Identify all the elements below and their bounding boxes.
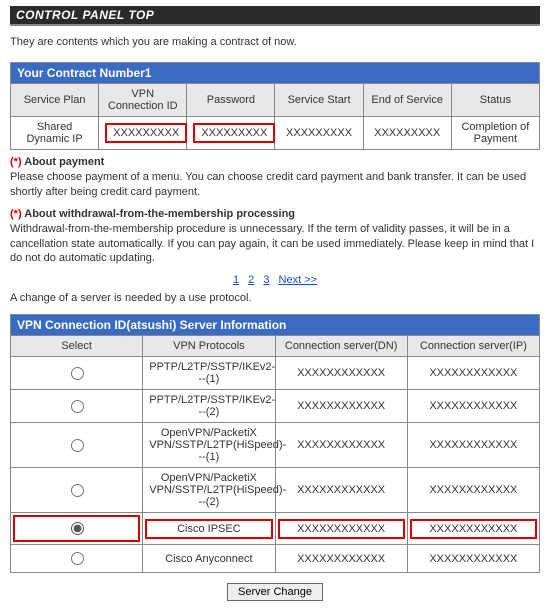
pager-3[interactable]: 3 <box>263 274 269 286</box>
cell-proto: PPTP/L2TP/SSTP/IKEv2---(1) <box>143 357 275 390</box>
cell-end: XXXXXXXXX <box>363 117 451 150</box>
about-payment-title: About payment <box>24 156 104 168</box>
cell-ip: XXXXXXXXXXXX <box>410 519 537 539</box>
cell-ip: XXXXXXXXXXXX <box>407 468 539 513</box>
cell-password: XXXXXXXXX <box>187 117 275 150</box>
contract-row: Shared Dynamic IP XXXXXXXXX XXXXXXXXX XX… <box>11 117 540 150</box>
pager-next[interactable]: Next >> <box>279 274 318 286</box>
server-table-title: VPN Connection ID(atsushi) Server Inform… <box>11 315 540 336</box>
marker-icon: (*) <box>10 156 22 168</box>
page-title-bar: CONTROL PANEL TOP <box>10 6 540 26</box>
server-row: OpenVPN/PacketiX VPN/SSTP/L2TP(HiSpeed)-… <box>11 468 540 513</box>
col-select: Select <box>11 336 143 357</box>
cell-proto: OpenVPN/PacketiX VPN/SSTP/L2TP(HiSpeed)-… <box>143 423 275 468</box>
server-table: VPN Connection ID(atsushi) Server Inform… <box>10 314 540 573</box>
cell-ip: XXXXXXXXXXXX <box>407 423 539 468</box>
col-end: End of Service <box>363 84 451 117</box>
col-ip: Connection server(IP) <box>407 336 539 357</box>
col-dn: Connection server(DN) <box>275 336 407 357</box>
about-withdraw-body: Withdrawal-from-the-membership procedure… <box>10 222 540 267</box>
cell-dn: XXXXXXXXXXXX <box>275 423 407 468</box>
cell-dn: XXXXXXXXXXXX <box>275 545 407 573</box>
server-row: OpenVPN/PacketiX VPN/SSTP/L2TP(HiSpeed)-… <box>11 423 540 468</box>
marker-icon: (*) <box>10 208 22 220</box>
cell-conn-id: XXXXXXXXX <box>99 117 187 150</box>
server-change-button[interactable]: Server Change <box>227 583 323 601</box>
server-row: Cisco Anyconnect XXXXXXXXXXXX XXXXXXXXXX… <box>11 545 540 573</box>
about-payment-body: Please choose payment of a menu. You can… <box>10 170 540 200</box>
contract-table-title: Your Contract Number1 <box>11 63 540 84</box>
cell-proto: PPTP/L2TP/SSTP/IKEv2---(2) <box>143 390 275 423</box>
server-change-msg: A change of a server is needed by a use … <box>10 292 540 304</box>
pager-1[interactable]: 1 <box>233 274 239 286</box>
about-withdraw-heading: (*) About withdrawal-from-the-membership… <box>10 208 540 220</box>
col-vpn-id: VPN Connection ID <box>99 84 187 117</box>
cell-dn: XXXXXXXXXXXX <box>278 519 405 539</box>
col-status: Status <box>451 84 539 117</box>
col-start: Service Start <box>275 84 363 117</box>
contract-table: Your Contract Number1 Service Plan VPN C… <box>10 62 540 150</box>
select-radio[interactable] <box>71 367 84 380</box>
col-protocols: VPN Protocols <box>143 336 275 357</box>
cell-dn: XXXXXXXXXXXX <box>275 357 407 390</box>
about-withdraw-title: About withdrawal-from-the-membership pro… <box>24 208 295 220</box>
select-radio[interactable] <box>71 400 84 413</box>
cell-status: Completion of Payment <box>451 117 539 150</box>
server-row-highlight: Cisco IPSEC XXXXXXXXXXXX XXXXXXXXXXXX <box>11 513 540 545</box>
intro-text: They are contents which you are making a… <box>10 36 540 48</box>
about-payment-heading: (*) About payment <box>10 156 540 168</box>
pager-2[interactable]: 2 <box>248 274 254 286</box>
cell-dn: XXXXXXXXXXXX <box>275 468 407 513</box>
cell-start: XXXXXXXXX <box>275 117 363 150</box>
server-row: PPTP/L2TP/SSTP/IKEv2---(2) XXXXXXXXXXXX … <box>11 390 540 423</box>
cell-ip: XXXXXXXXXXXX <box>407 545 539 573</box>
cell-dn: XXXXXXXXXXXX <box>275 390 407 423</box>
select-radio[interactable] <box>71 552 84 565</box>
col-password: Password <box>187 84 275 117</box>
select-radio[interactable] <box>71 484 84 497</box>
server-change-row: Server Change <box>10 583 540 601</box>
page-title: CONTROL PANEL TOP <box>16 8 154 22</box>
select-radio[interactable] <box>71 522 84 535</box>
cell-ip: XXXXXXXXXXXX <box>407 390 539 423</box>
col-service-plan: Service Plan <box>11 84 99 117</box>
cell-plan: Shared Dynamic IP <box>11 117 99 150</box>
highlight-password: XXXXXXXXX <box>193 123 275 143</box>
cell-ip: XXXXXXXXXXXX <box>407 357 539 390</box>
cell-proto: Cisco IPSEC <box>145 519 272 539</box>
pager: 1 2 3 Next >> <box>10 274 540 286</box>
cell-proto: Cisco Anyconnect <box>143 545 275 573</box>
server-row: PPTP/L2TP/SSTP/IKEv2---(1) XXXXXXXXXXXX … <box>11 357 540 390</box>
select-radio[interactable] <box>71 439 84 452</box>
highlight-conn-id: XXXXXXXXX <box>105 123 187 143</box>
cell-proto: OpenVPN/PacketiX VPN/SSTP/L2TP(HiSpeed)-… <box>143 468 275 513</box>
